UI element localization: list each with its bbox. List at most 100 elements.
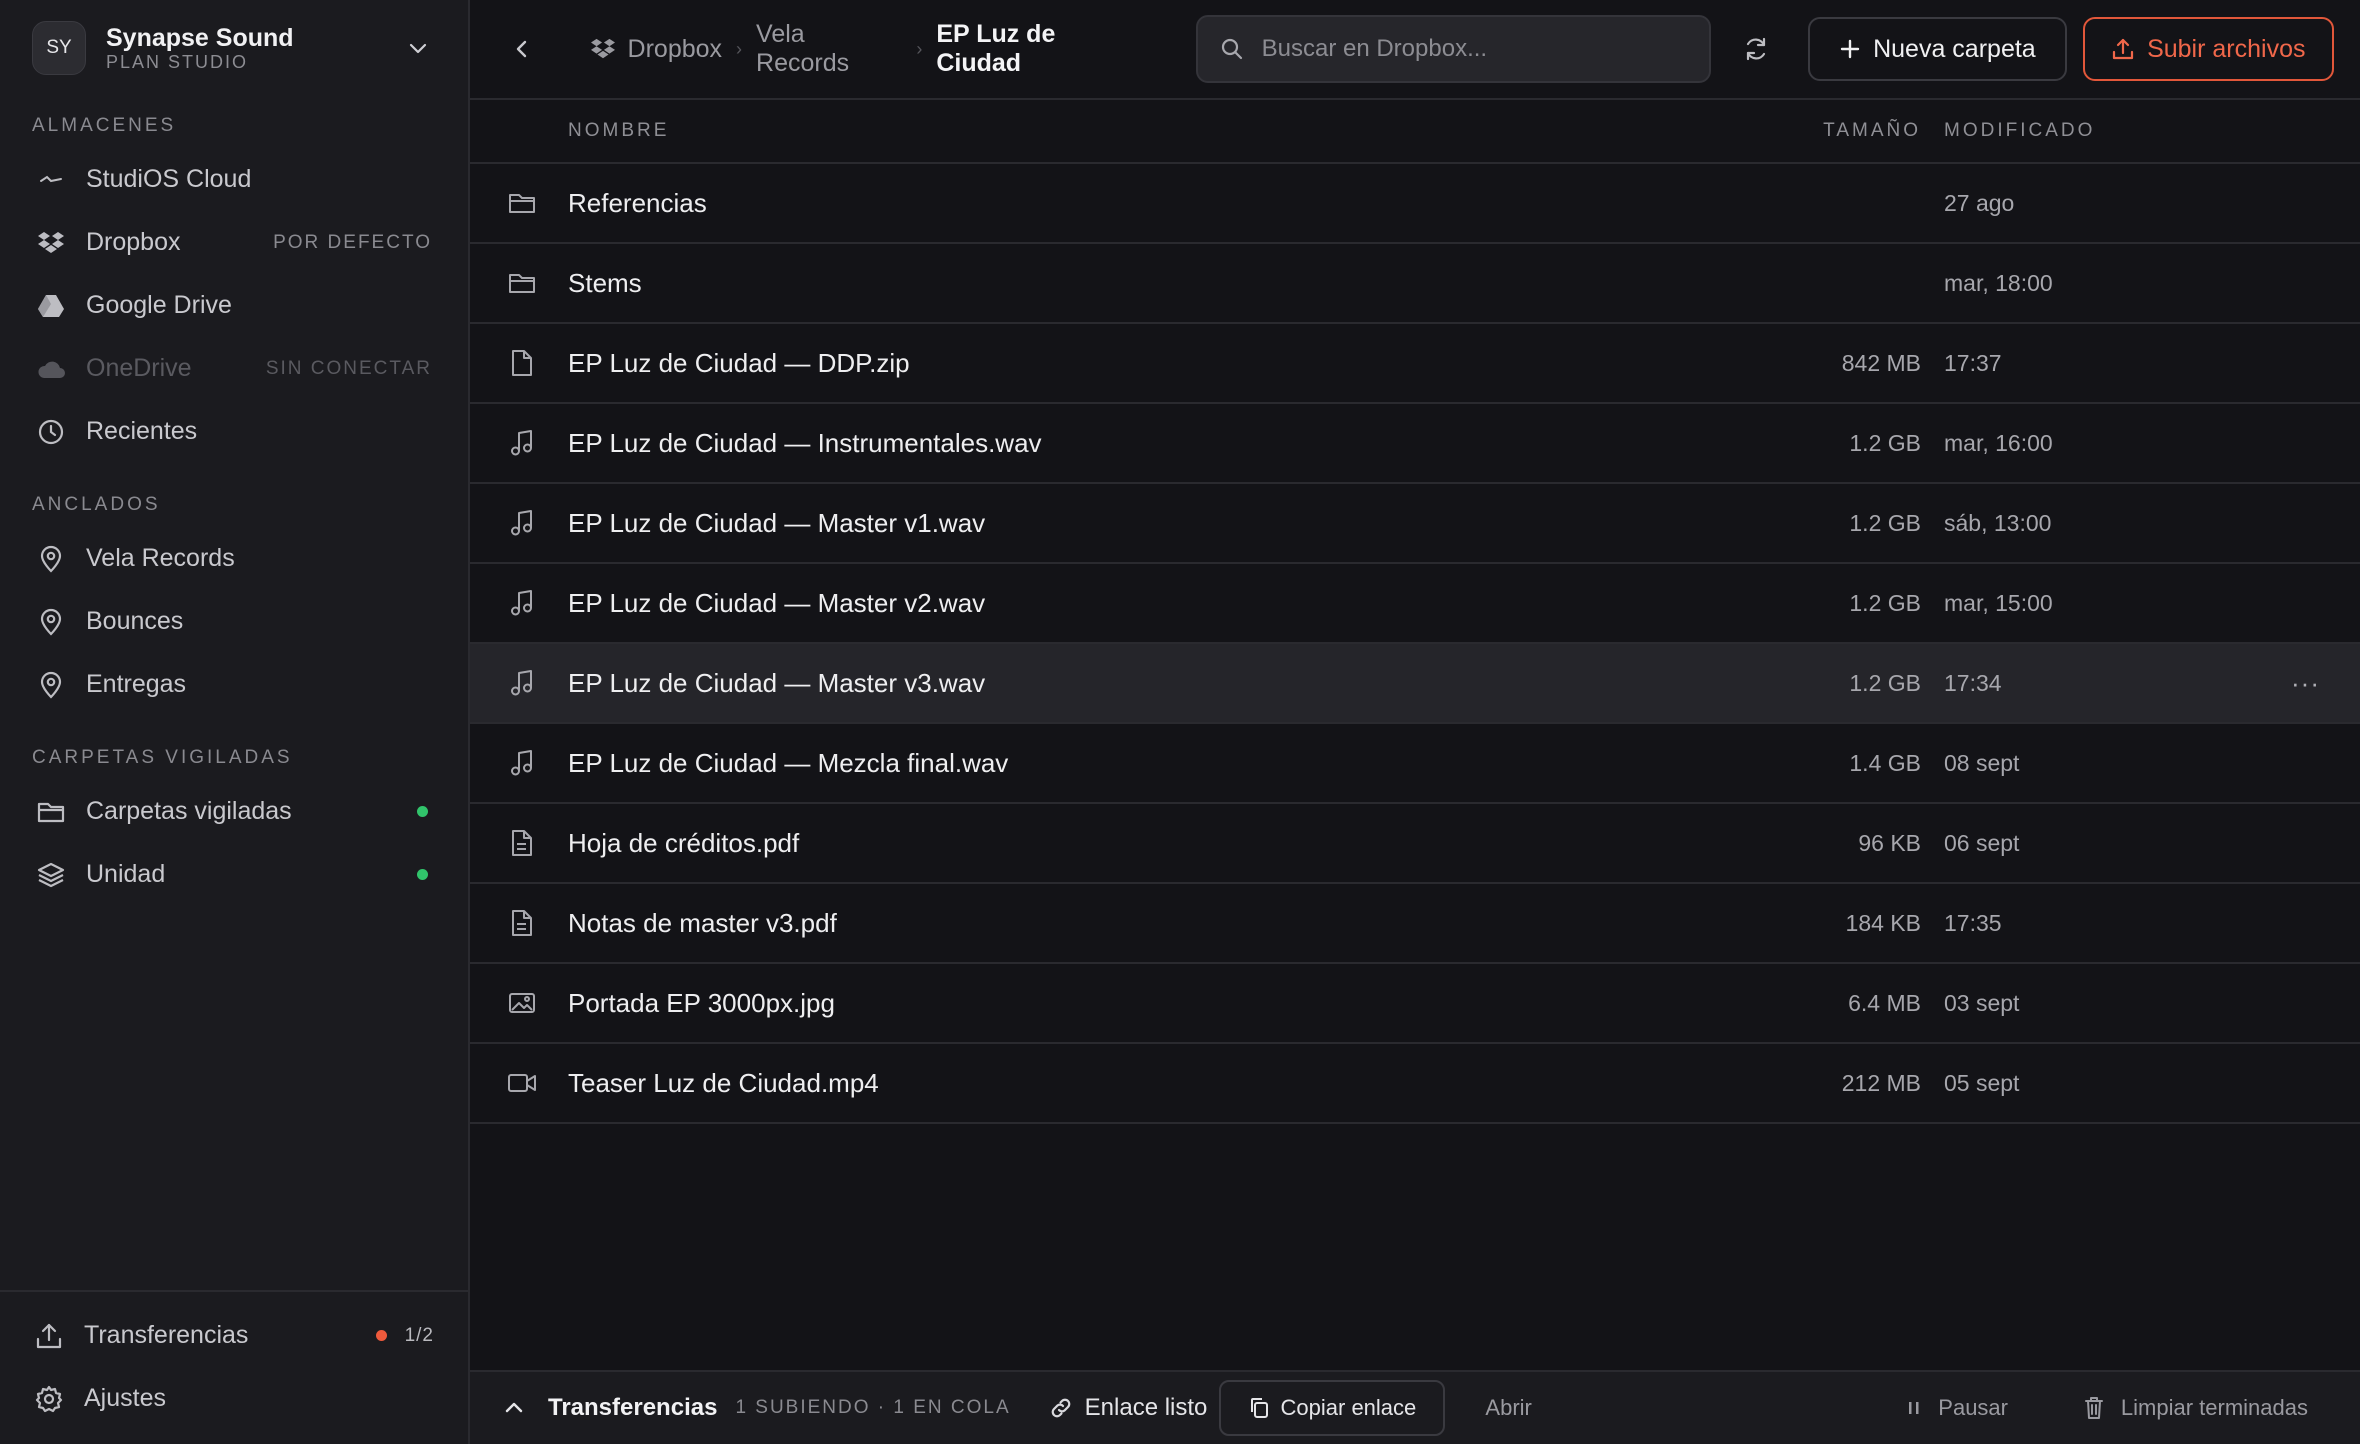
file-modified: 17:37 [1944, 349, 2002, 376]
transfer-bar: Transferencias 1 SUBIENDO · 1 EN COLA En… [470, 1370, 2360, 1444]
open-button[interactable]: Abrir [1485, 1395, 1531, 1421]
table-row[interactable]: Portada EP 3000px.jpg 6.4 MB 03 sept [470, 964, 2360, 1044]
search-box[interactable] [1195, 15, 1711, 83]
table-row[interactable]: Teaser Luz de Ciudad.mp4 212 MB 05 sept [470, 1044, 2360, 1124]
main-content: Dropbox › Vela Records › EP Luz de Ciuda… [470, 0, 2360, 1444]
pause-label: Pausar [1938, 1395, 2008, 1420]
file-name: EP Luz de Ciudad — DDP.zip [568, 347, 910, 378]
sidebar-item-transferencias[interactable]: Transferencias 1/2 [0, 1304, 468, 1367]
pause-icon [1909, 1402, 1919, 1414]
file-name: Notas de master v3.pdf [568, 907, 837, 938]
back-button[interactable] [500, 27, 544, 71]
activity-dot [375, 1330, 387, 1341]
copy-link-label: Copiar enlace [1280, 1395, 1417, 1420]
file-modified: mar, 16:00 [1944, 429, 2053, 456]
clear-finished-button[interactable]: Limpiar terminadas [2083, 1395, 2308, 1421]
document-icon [506, 907, 538, 939]
layers-icon [36, 860, 66, 890]
sidebar-item-label: Dropbox [86, 228, 181, 256]
copy-link-button[interactable]: Copiar enlace [1219, 1380, 1446, 1436]
section-label-pinned: ANCLADOS [32, 494, 161, 515]
sidebar-item-google-drive[interactable]: Google Drive [0, 274, 468, 337]
sidebar-item-label: Transferencias [84, 1321, 249, 1349]
table-row[interactable]: Referencias 27 ago [470, 164, 2360, 244]
music-note-icon [506, 587, 538, 619]
onedrive-icon [36, 354, 66, 384]
column-header-name[interactable]: NOMBRE [568, 120, 669, 142]
breadcrumb-item[interactable]: Dropbox [628, 35, 723, 64]
column-header-size[interactable]: TAMAÑO [1823, 120, 1921, 142]
studios-cloud-icon [36, 165, 66, 195]
folder-icon [506, 267, 538, 299]
file-name: Referencias [568, 187, 707, 218]
table-row[interactable]: EP Luz de Ciudad — Master v2.wav 1.2 GB … [470, 564, 2360, 644]
table-row[interactable]: EP Luz de Ciudad — Master v1.wav 1.2 GB … [470, 484, 2360, 564]
sidebar-item-onedrive[interactable]: OneDrive SIN CONECTAR [0, 337, 468, 400]
sidebar-item-carpetas-vigiladas[interactable]: Carpetas vigiladas [0, 780, 468, 843]
breadcrumb-item[interactable]: Vela Records [756, 20, 902, 78]
copy-icon [1250, 1398, 1268, 1418]
dropbox-icon [36, 228, 66, 258]
column-header-modified[interactable]: MODIFICADO [1944, 120, 2095, 142]
toolbar: Dropbox › Vela Records › EP Luz de Ciuda… [470, 0, 2360, 100]
upload-button[interactable]: Subir archivos [2082, 17, 2334, 81]
gear-icon [34, 1384, 64, 1414]
pin-icon [36, 544, 66, 574]
file-size: 212 MB [1841, 1069, 1921, 1096]
table-row[interactable]: Notas de master v3.pdf 184 KB 17:35 [470, 884, 2360, 964]
transfer-status: 1 SUBIENDO · 1 EN COLA [735, 1397, 1011, 1418]
online-status-dot [417, 806, 428, 817]
sidebar-item-label: Recientes [86, 417, 198, 445]
file-icon [506, 347, 538, 379]
music-note-icon [506, 507, 538, 539]
sidebar-item-studios-cloud[interactable]: StudiOS Cloud [0, 148, 468, 211]
music-note-icon [506, 427, 538, 459]
chevron-up-icon[interactable] [494, 1388, 534, 1428]
file-size: 842 MB [1841, 349, 1921, 376]
table-row[interactable]: EP Luz de Ciudad — Mezcla final.wav 1.4 … [470, 724, 2360, 804]
file-name: EP Luz de Ciudad — Instrumentales.wav [568, 427, 1042, 458]
sidebar-item-dropbox[interactable]: Dropbox POR DEFECTO [0, 211, 468, 274]
sidebar-item-entregas[interactable]: Entregas [0, 653, 468, 716]
table-row-selected[interactable]: EP Luz de Ciudad — Master v3.wav 1.2 GB … [470, 644, 2360, 724]
table-row[interactable]: Hoja de créditos.pdf 96 KB 06 sept [470, 804, 2360, 884]
sidebar-item-bounces[interactable]: Bounces [0, 590, 468, 653]
sidebar-item-recientes[interactable]: Recientes [0, 400, 468, 463]
file-modified: mar, 15:00 [1944, 589, 2053, 616]
sidebar-item-vela-records[interactable]: Vela Records [0, 527, 468, 590]
new-folder-button[interactable]: Nueva carpeta [1808, 17, 2067, 81]
file-modified: 17:34 [1944, 669, 2002, 696]
folder-icon [506, 187, 538, 219]
org-switcher[interactable]: SY Synapse Sound PLAN STUDIO [0, 0, 468, 96]
sidebar-item-unidad[interactable]: Unidad [0, 843, 468, 906]
link-ready-status: Enlace listo [1049, 1394, 1207, 1422]
transfer-title[interactable]: Transferencias [548, 1394, 717, 1422]
chevron-left-icon [516, 40, 526, 58]
more-options-button[interactable]: ··· [2291, 668, 2320, 699]
sidebar-item-label: StudiOS Cloud [86, 165, 252, 193]
clock-icon [36, 417, 66, 447]
transfers-count: 1/2 [404, 1324, 434, 1346]
sidebar-item-label: Google Drive [86, 291, 232, 319]
breadcrumb: Dropbox › Vela Records › EP Luz de Ciuda… [590, 20, 1144, 78]
file-size: 1.2 GB [1849, 429, 1921, 456]
chevron-down-icon[interactable] [400, 30, 436, 66]
table-header: NOMBRE TAMAÑO MODIFICADO [470, 100, 2360, 164]
sidebar-item-ajustes[interactable]: Ajustes [0, 1367, 468, 1430]
music-note-icon [506, 747, 538, 779]
google-drive-icon [36, 291, 66, 321]
refresh-icon [1747, 37, 1766, 61]
table-row[interactable]: EP Luz de Ciudad — DDP.zip 842 MB 17:37 [470, 324, 2360, 404]
file-size: 184 KB [1845, 909, 1921, 936]
avatar: SY [32, 21, 86, 75]
image-icon [506, 987, 538, 1019]
sidebar-item-label: Ajustes [84, 1384, 166, 1412]
file-modified: 17:35 [1944, 909, 2002, 936]
file-modified: 27 ago [1944, 189, 2015, 216]
pause-button[interactable]: Pausar [1906, 1395, 2008, 1421]
section-label-storage: ALMACENES [32, 115, 177, 136]
search-input[interactable] [1259, 34, 1684, 64]
refresh-button[interactable] [1733, 25, 1781, 73]
table-row[interactable]: Stems mar, 18:00 [470, 244, 2360, 324]
table-row[interactable]: EP Luz de Ciudad — Instrumentales.wav 1.… [470, 404, 2360, 484]
